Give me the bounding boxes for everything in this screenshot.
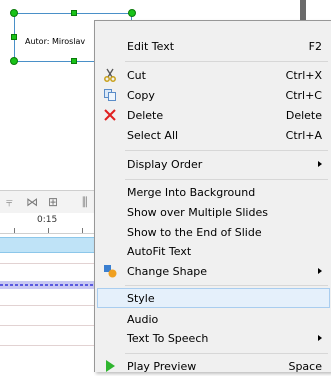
context-menu: Edit Text F2 Cut Ctrl+X Copy Ctrl+C Dele… (94, 20, 331, 373)
timeline-track-text[interactable] (0, 237, 100, 253)
change-shape-icon (104, 265, 117, 278)
ruler-tick (48, 228, 49, 233)
menu-item-copy[interactable]: Copy Ctrl+C (97, 85, 330, 105)
menu-item-change-shape[interactable]: Change Shape (97, 261, 330, 281)
delete-x-icon (104, 109, 116, 121)
submenu-arrow-icon (318, 161, 322, 167)
menu-item-label: Delete (127, 109, 164, 122)
menu-item-show-to-end-of-slide[interactable]: Show to the End of Slide (97, 222, 330, 242)
track-divider (0, 325, 100, 326)
menu-item-autofit-text[interactable]: AutoFit Text (97, 241, 330, 261)
submenu-arrow-icon (318, 335, 322, 341)
play-icon (106, 360, 115, 372)
menu-item-shortcut: Delete (285, 109, 322, 122)
menu-separator (125, 61, 328, 62)
ruler-tick (82, 228, 83, 233)
menu-item-merge-into-background[interactable]: Merge Into Background (97, 182, 330, 202)
menu-item-edit-text[interactable]: Edit Text F2 (97, 36, 330, 56)
menu-separator (125, 285, 328, 286)
timeline-ruler[interactable]: 0:15 (0, 213, 100, 234)
link-icon[interactable]: ⋈ (26, 195, 38, 209)
menu-item-label: Copy (127, 89, 155, 102)
grid-icon[interactable]: ⊞ (48, 195, 58, 209)
menu-separator (125, 179, 328, 180)
menu-item-style[interactable]: Style (97, 288, 330, 308)
copy-icon (104, 89, 116, 101)
menu-item-label: Change Shape (127, 265, 208, 278)
track-divider (0, 263, 100, 264)
ruler-tick (14, 228, 15, 233)
timeline-toolbar: ⫧ ⋈ ⊞ ⫼ (0, 190, 100, 214)
submenu-arrow-icon (318, 268, 322, 274)
menu-item-label: Style (127, 292, 155, 305)
menu-item-select-all[interactable]: Select All Ctrl+A (97, 125, 330, 145)
menu-item-label: AutoFit Text (127, 245, 192, 258)
resize-handle-top-left[interactable] (10, 9, 18, 17)
track-divider (0, 305, 100, 306)
menu-item-audio[interactable]: Audio (97, 309, 330, 329)
menu-item-delete[interactable]: Delete Delete (97, 105, 330, 125)
menu-item-shortcut: F2 (308, 40, 322, 53)
resize-handle-top[interactable] (71, 10, 77, 16)
menu-item-shortcut: Ctrl+A (285, 129, 322, 142)
menu-item-label: Show over Multiple Slides (127, 206, 268, 219)
resize-handle-top-right[interactable] (128, 9, 136, 17)
audio-waveform (0, 284, 100, 286)
menu-item-label: Display Order (127, 158, 203, 171)
align-icon[interactable]: ⫧ (6, 195, 13, 209)
menu-item-shortcut: Ctrl+C (285, 89, 322, 102)
menu-separator (125, 150, 328, 151)
menu-item-label: Show to the End of Slide (127, 226, 262, 239)
menu-separator (125, 353, 328, 354)
menu-item-label: Text To Speech (127, 332, 209, 345)
menu-item-shortcut: Space (288, 360, 322, 373)
resize-handle-bottom-left[interactable] (10, 57, 18, 65)
split-icon[interactable]: ⫼ (82, 195, 88, 209)
text-box-content: Autor: Miroslav (25, 37, 86, 46)
menu-item-play-preview[interactable]: Play Preview Space (97, 356, 330, 376)
menu-item-display-order[interactable]: Display Order (97, 154, 330, 174)
menu-item-show-over-multiple-slides[interactable]: Show over Multiple Slides (97, 202, 330, 222)
menu-item-label: Play Preview (127, 360, 197, 373)
menu-item-cut[interactable]: Cut Ctrl+X (97, 65, 330, 85)
menu-item-label: Audio (127, 313, 159, 326)
track-divider (0, 345, 100, 346)
menu-item-label: Cut (127, 69, 146, 82)
menu-item-text-to-speech[interactable]: Text To Speech (97, 328, 330, 348)
timeline-track-audio[interactable] (0, 281, 100, 289)
menu-item-shortcut: Ctrl+X (285, 69, 322, 82)
menu-item-label: Merge Into Background (127, 186, 256, 199)
scissors-icon (104, 68, 116, 82)
time-marker-label: 0:15 (37, 215, 58, 225)
resize-handle-left[interactable] (11, 34, 17, 40)
resize-handle-bottom[interactable] (71, 58, 77, 64)
menu-item-label: Select All (127, 129, 179, 142)
menu-item-label: Edit Text (127, 40, 175, 53)
timeline-panel: ⫧ ⋈ ⊞ ⫼ 0:15 (0, 183, 100, 372)
